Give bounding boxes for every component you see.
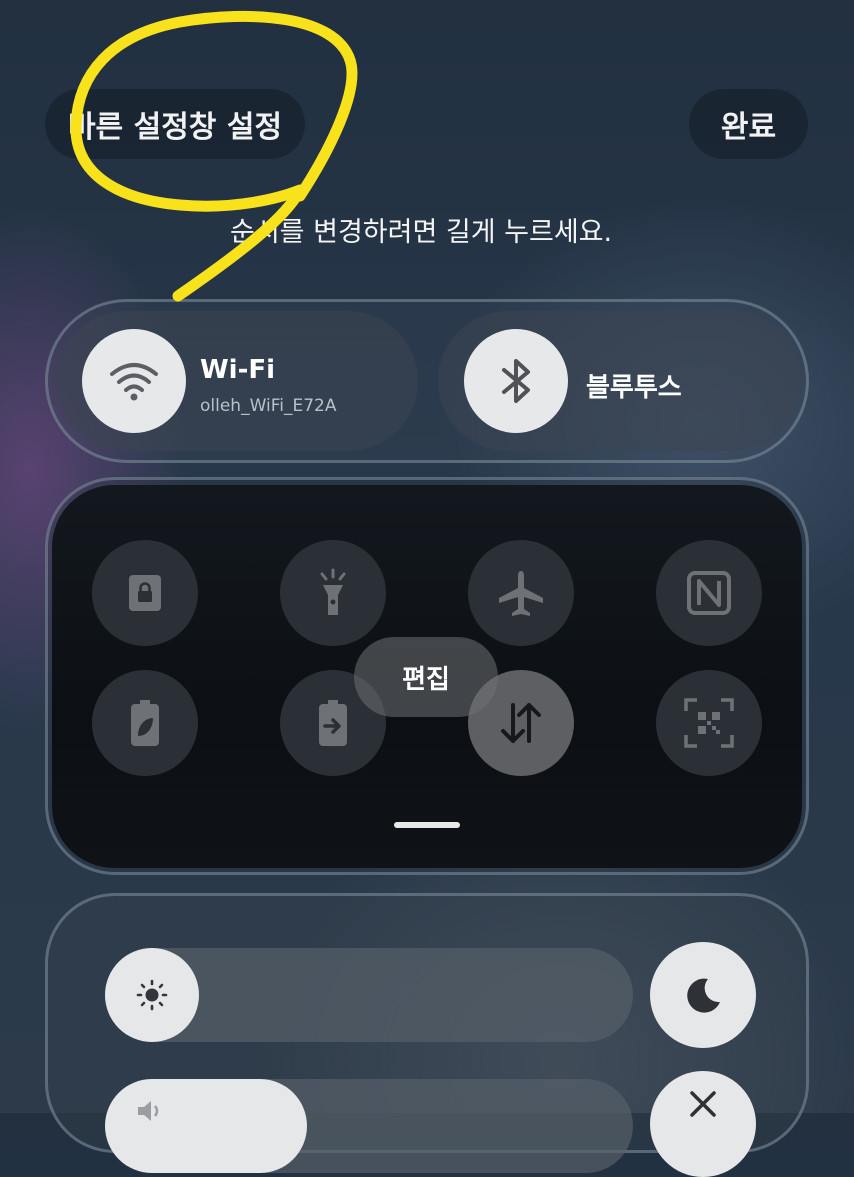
flashlight-icon <box>320 568 346 615</box>
qr-scanner-icon <box>684 698 734 748</box>
wifi-network-name: olleh_WiFi_E72A <box>200 396 337 416</box>
edit-button-label: 편집 <box>402 664 450 695</box>
wifi-icon <box>110 363 158 401</box>
power-saving-icon <box>131 700 159 746</box>
airplane-icon <box>499 571 543 616</box>
battery-share-icon <box>319 700 347 746</box>
wifi-toggle[interactable] <box>82 329 186 433</box>
nfc-tile[interactable] <box>656 540 762 646</box>
sound-icon <box>138 1101 159 1121</box>
qr-scanner-tile[interactable] <box>656 670 762 776</box>
brightness-slider-fill[interactable] <box>105 948 199 1042</box>
drag-handle[interactable] <box>394 822 460 828</box>
nfc-icon <box>687 571 731 615</box>
bluetooth-title: 블루투스 <box>586 373 682 403</box>
yellow-circle-annotation <box>70 10 358 302</box>
lock-icon <box>129 575 161 611</box>
secure-folder-tile[interactable] <box>92 540 198 646</box>
airplane-mode-tile[interactable] <box>468 540 574 646</box>
edit-button[interactable]: 편집 <box>354 637 498 717</box>
moon-icon <box>687 978 720 1013</box>
mobile-data-icon <box>501 703 541 743</box>
wifi-tile[interactable]: Wi-Fi olleh_WiFi_E72A <box>56 311 418 451</box>
power-saving-tile[interactable] <box>92 670 198 776</box>
flashlight-tile[interactable] <box>280 540 386 646</box>
wifi-title: Wi-Fi <box>200 355 276 385</box>
bluetooth-toggle[interactable] <box>464 329 568 433</box>
mute-icon <box>690 1091 716 1117</box>
volume-slider-fill[interactable] <box>105 1079 307 1173</box>
connectivity-group: Wi-Fi olleh_WiFi_E72A 블루투스 <box>45 299 809 463</box>
mute-button[interactable] <box>650 1071 756 1177</box>
bluetooth-icon <box>502 359 530 403</box>
sun-icon <box>136 979 168 1011</box>
bluetooth-tile[interactable]: 블루투스 <box>438 311 802 451</box>
dark-mode-button[interactable] <box>650 942 756 1048</box>
